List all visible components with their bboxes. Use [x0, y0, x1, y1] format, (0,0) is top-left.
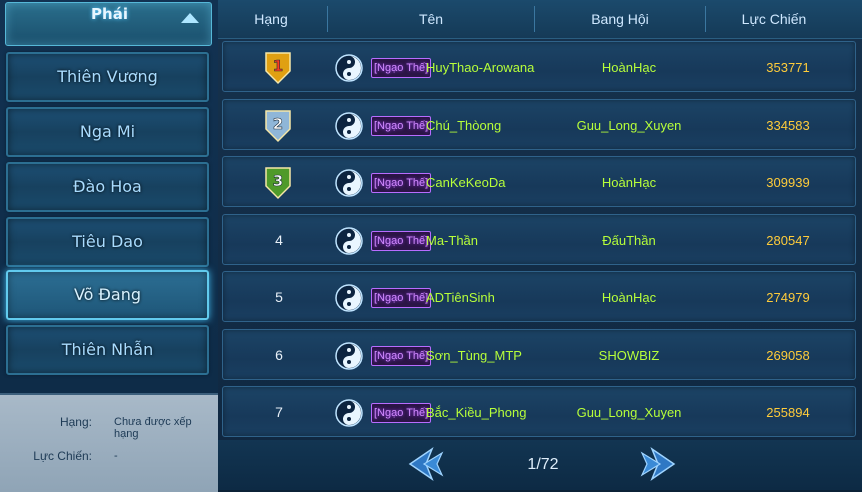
rank-number: 6	[275, 346, 283, 363]
prev-page-arrow-icon[interactable]	[406, 446, 446, 482]
vo-dang-emblem-icon	[335, 111, 363, 140]
faction-item-tieu-dao[interactable]: Tiêu Dao	[6, 217, 209, 267]
my-power-label: Lực Chiến:	[33, 449, 92, 463]
rank-medal-icon: 1	[265, 52, 291, 85]
next-page-arrow-icon[interactable]	[638, 446, 678, 482]
rank-number: 1	[273, 57, 283, 75]
combat-power: 255894	[766, 405, 810, 420]
ranking-row[interactable]: 4 [Ngạo Thế] Ma-Thần ĐấuThần 280547	[222, 213, 856, 266]
combat-power: 274979	[766, 290, 810, 305]
header-guild: Bang Hội	[591, 11, 649, 27]
faction-dropdown-header[interactable]: Phái	[5, 2, 212, 46]
title-tag: [Ngạo Thế]	[371, 230, 432, 251]
title-tag: [Ngạo Thế]	[371, 288, 432, 308]
faction-item-vo-dang[interactable]: Võ Đang	[6, 270, 209, 320]
faction-panel: Phái Thiên Vương Nga Mi Đào Hoa Tiêu Dao…	[0, 0, 218, 492]
faction-item-dao-hoa[interactable]: Đào Hoa	[6, 162, 209, 212]
my-power-value: -	[114, 450, 118, 462]
vo-dang-emblem-icon	[335, 284, 363, 312]
vo-dang-emblem-icon	[335, 169, 363, 197]
guild-name: HoànHạc	[601, 60, 657, 75]
guild-name: Guu_Long_Xuyen	[576, 117, 682, 133]
guild-name: ĐấuThần	[602, 232, 656, 248]
page-indicator: 1/72	[527, 456, 559, 473]
faction-list: Thiên Vương Nga Mi Đào Hoa Tiêu Dao Võ Đ…	[0, 46, 218, 386]
rank-number: 7	[275, 404, 283, 420]
player-name[interactable]: Bắc_Kiều_Phong	[426, 387, 526, 438]
player-name[interactable]: Chú_Thòong	[426, 100, 501, 151]
ranking-row[interactable]: 2 [Ngạo Thế] Chú_Thòong Guu_Long_Xuyen 33458…	[222, 98, 856, 151]
vo-dang-emblem-icon	[335, 54, 363, 82]
my-rank-label: Hạng:	[59, 415, 92, 429]
vo-dang-emblem-icon	[335, 226, 363, 255]
vo-dang-emblem-icon	[335, 341, 363, 370]
faction-item-thien-vuong[interactable]: Thiên Vương	[6, 52, 209, 102]
guild-name: Guu_Long_Xuyen	[576, 405, 682, 420]
combat-power: 269058	[766, 347, 810, 363]
guild-name: HoànHạc	[601, 290, 657, 305]
rank-medal-icon: 3	[265, 167, 291, 200]
header-rank: Hạng	[254, 11, 288, 27]
rank-medal-icon: 2	[265, 109, 291, 142]
title-tag: [Ngạo Thế]	[371, 403, 432, 423]
vo-dang-emblem-icon	[335, 399, 363, 427]
rank-number: 4	[275, 231, 283, 248]
rank-number: 3	[273, 172, 283, 190]
guild-name: HoànHạc	[601, 175, 657, 190]
title-tag: [Ngạo Thế]	[371, 173, 432, 193]
header-name: Tên	[418, 11, 444, 27]
header-power: Lực Chiến	[741, 11, 807, 27]
player-name[interactable]: Sơn_Tùng_MTP	[426, 330, 522, 381]
player-name[interactable]: ADTiênSinh	[426, 272, 495, 323]
player-name[interactable]: Ma-Thần	[426, 215, 478, 266]
pagination-bar: 1/72	[218, 440, 862, 490]
player-info-box: Hạng: Chưa được xếp hạng Lực Chiến: -	[0, 393, 218, 492]
faction-item-nga-mi[interactable]: Nga Mi	[6, 107, 209, 157]
rank-number: 5	[275, 289, 283, 305]
ranking-row[interactable]: 6 [Ngạo Thế] Sơn_Tùng_MTP SHOWBIZ 269058	[222, 328, 856, 381]
title-tag: [Ngạo Thế]	[371, 115, 432, 136]
ranking-panel: Hạng Tên Bang Hội Lực Chiến 1 [Ngạo Thế] H…	[218, 0, 862, 490]
combat-power: 309939	[766, 175, 810, 190]
faction-item-thien-nhan[interactable]: Thiên Nhẫn	[6, 325, 209, 375]
guild-name: SHOWBIZ	[598, 347, 660, 363]
combat-power: 280547	[766, 232, 810, 248]
ranking-row[interactable]: 1 [Ngạo Thế] HuyThao-Arowana HoànHạc 353771	[222, 41, 856, 92]
table-header: Hạng Tên Bang Hội Lực Chiến	[218, 0, 862, 39]
title-tag: [Ngạo Thế]	[371, 345, 432, 366]
title-tag: [Ngạo Thế]	[371, 58, 432, 78]
my-rank-value: Chưa được xếp hạng	[114, 416, 192, 440]
combat-power: 353771	[766, 60, 810, 75]
ranking-row[interactable]: 7 [Ngạo Thế] Bắc_Kiều_Phong Guu_Long_Xuyen 2…	[222, 386, 856, 437]
player-name[interactable]: CanKeKeoDa	[426, 157, 506, 208]
ranking-row[interactable]: 5 [Ngạo Thế] ADTiênSinh HoànHạc 274979	[222, 271, 856, 322]
collapse-arrow-icon[interactable]	[181, 13, 199, 23]
ranking-row[interactable]: 3 [Ngạo Thế] CanKeKeoDa HoànHạc 309939	[222, 156, 856, 207]
player-name[interactable]: HuyThao-Arowana	[426, 42, 534, 93]
combat-power: 334583	[766, 117, 810, 133]
rank-number: 2	[273, 115, 283, 133]
